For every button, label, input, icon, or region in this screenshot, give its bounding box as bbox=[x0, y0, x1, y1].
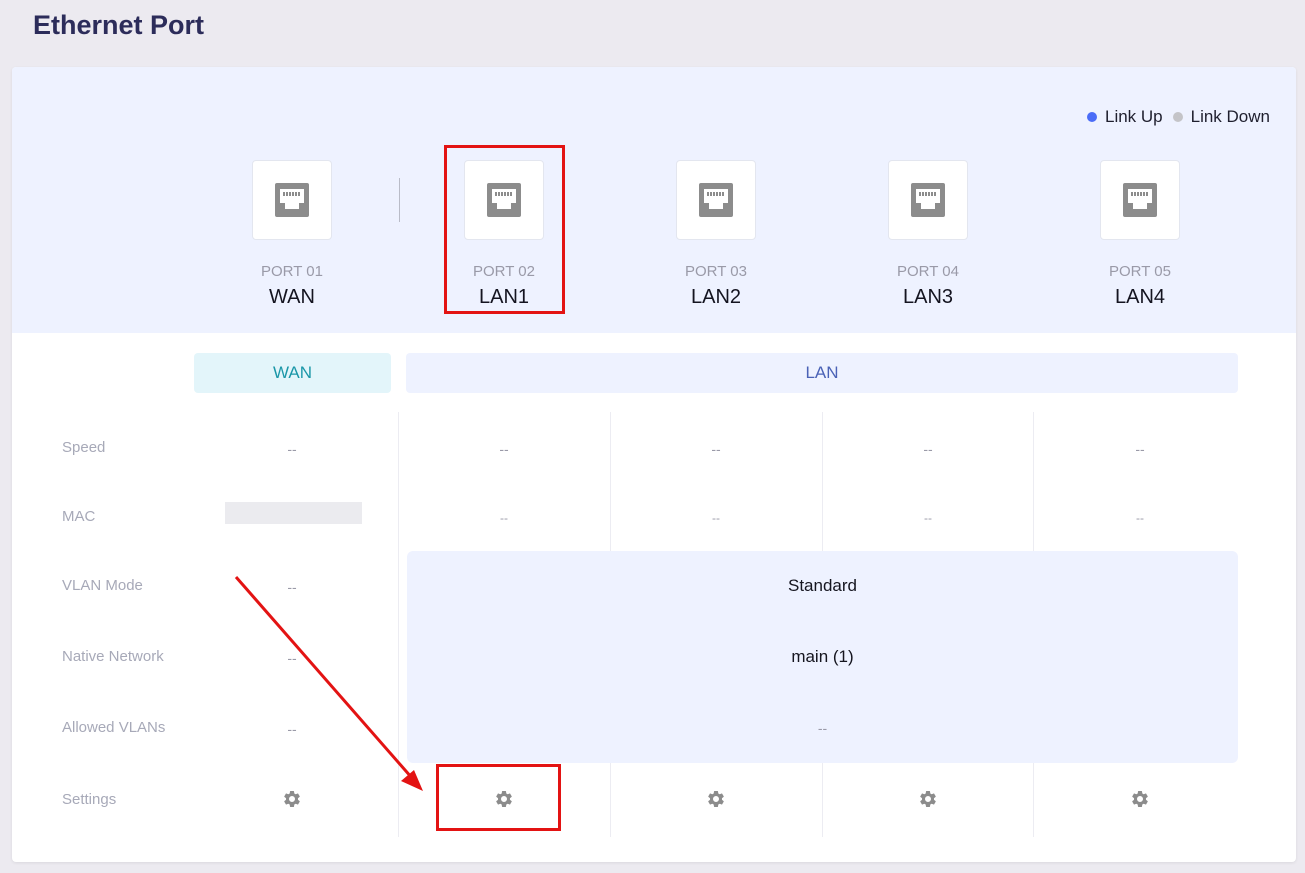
ethernet-port-icon bbox=[275, 183, 309, 217]
port-05[interactable]: PORT 05 LAN4 bbox=[1060, 160, 1220, 309]
lan2-settings-button[interactable] bbox=[705, 788, 727, 810]
port-number: PORT 01 bbox=[261, 263, 323, 280]
port-number: PORT 05 bbox=[1109, 263, 1171, 280]
row-label-mac: MAC bbox=[62, 508, 96, 525]
wan-group-header: WAN bbox=[194, 353, 391, 393]
port-name: LAN2 bbox=[690, 286, 742, 308]
lan4-settings-button[interactable] bbox=[1129, 788, 1151, 810]
port-number: PORT 03 bbox=[685, 263, 747, 280]
lan-allowed-vlans-value: -- bbox=[817, 720, 828, 736]
lan2-mac-value: -- bbox=[712, 511, 720, 525]
port-tile[interactable] bbox=[252, 160, 332, 240]
ethernet-port-icon bbox=[1123, 183, 1157, 217]
port-tile[interactable] bbox=[888, 160, 968, 240]
port-01[interactable]: PORT 01 WAN bbox=[212, 160, 372, 309]
wan-allowed-vlans-value: -- bbox=[287, 721, 297, 737]
wan-mac-value-redacted bbox=[225, 502, 362, 524]
lan4-mac-value: -- bbox=[1136, 511, 1144, 525]
port-number: PORT 04 bbox=[897, 263, 959, 280]
port-name: LAN4 bbox=[1114, 286, 1166, 308]
gear-icon bbox=[920, 791, 936, 807]
wan-vlan-mode-value: -- bbox=[287, 579, 297, 595]
ethernet-port-icon bbox=[699, 183, 733, 217]
ethernet-port-card: Link Up Link Down PORT 01 WAN PORT 02 LA… bbox=[12, 67, 1296, 862]
row-label-allowed-vlans: Allowed VLANs bbox=[62, 719, 166, 736]
column-separator bbox=[398, 412, 399, 837]
link-legend: Link Up Link Down bbox=[1077, 107, 1270, 127]
lan1-speed-value: -- bbox=[499, 441, 509, 457]
port-03[interactable]: PORT 03 LAN2 bbox=[636, 160, 796, 309]
annotation-highlight-lan1-settings bbox=[436, 764, 561, 831]
lan4-speed-value: -- bbox=[1135, 441, 1145, 457]
gear-icon bbox=[1132, 791, 1148, 807]
lan-native-network-value: main (1) bbox=[791, 647, 854, 666]
lan1-mac-value: -- bbox=[500, 511, 508, 525]
port-04[interactable]: PORT 04 LAN3 bbox=[848, 160, 1008, 309]
port-name: WAN bbox=[269, 286, 315, 308]
legend-link-up: Link Up bbox=[1086, 107, 1163, 127]
lan-vlan-config-block[interactable]: Standard main (1) -- bbox=[407, 551, 1238, 763]
port-name: LAN3 bbox=[902, 286, 954, 308]
gear-icon bbox=[284, 791, 300, 807]
lan3-mac-value: -- bbox=[924, 511, 932, 525]
ethernet-port-icon bbox=[911, 183, 945, 217]
row-label-native-network: Native Network bbox=[62, 648, 164, 665]
wan-settings-button[interactable] bbox=[281, 788, 303, 810]
row-label-speed: Speed bbox=[62, 439, 106, 456]
lan-vlan-mode-value: Standard bbox=[788, 576, 857, 595]
link-up-dot bbox=[1086, 112, 1097, 122]
page-title: Ethernet Port bbox=[33, 10, 205, 40]
legend-link-down: Link Down bbox=[1172, 107, 1270, 127]
annotation-highlight-lan1-port bbox=[444, 145, 565, 314]
port-tile[interactable] bbox=[676, 160, 756, 240]
legend-link-up-label: Link Up bbox=[1104, 107, 1163, 126]
legend-link-down-label: Link Down bbox=[1190, 107, 1270, 126]
port-overview-panel: Link Up Link Down PORT 01 WAN PORT 02 LA… bbox=[12, 67, 1296, 333]
link-down-dot bbox=[1172, 112, 1183, 122]
wan-speed-value: -- bbox=[287, 441, 297, 457]
row-label-vlan-mode: VLAN Mode bbox=[62, 577, 143, 594]
wan-native-network-value: -- bbox=[287, 650, 297, 666]
wan-lan-divider bbox=[399, 178, 400, 222]
row-label-settings: Settings bbox=[62, 791, 117, 808]
gear-icon bbox=[708, 791, 724, 807]
lan3-settings-button[interactable] bbox=[917, 788, 939, 810]
lan2-speed-value: -- bbox=[711, 441, 721, 457]
lan3-speed-value: -- bbox=[923, 441, 933, 457]
port-tile[interactable] bbox=[1100, 160, 1180, 240]
lan-group-header: LAN bbox=[406, 353, 1238, 393]
